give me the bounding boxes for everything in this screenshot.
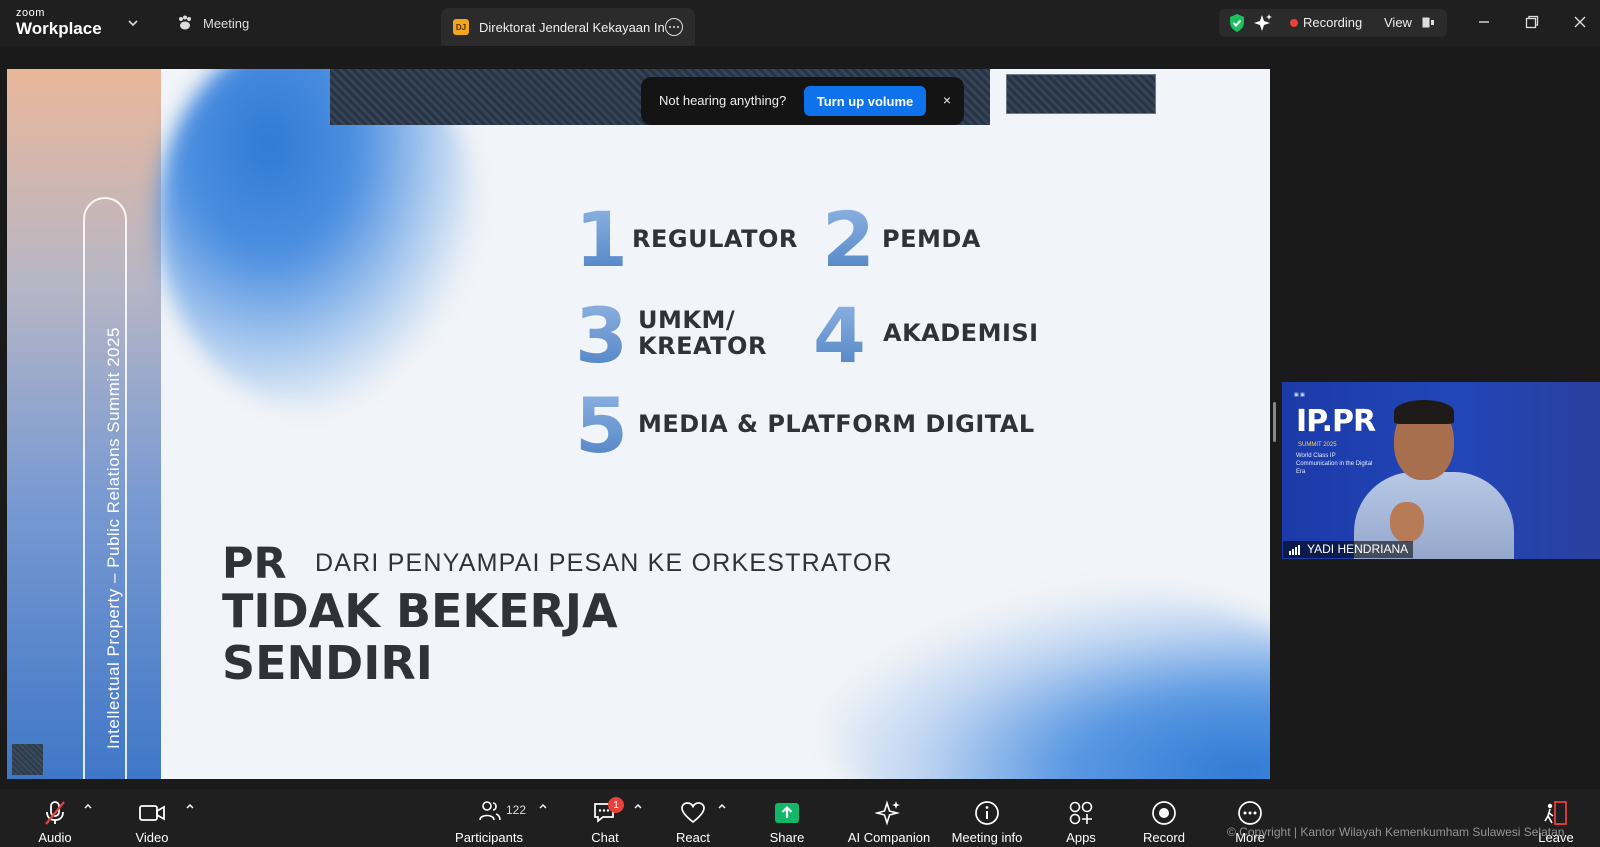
recording-dot-icon xyxy=(1290,19,1298,27)
chat-label: Chat xyxy=(591,830,619,845)
app-badge-icon: DJ xyxy=(453,19,469,35)
chevron-down-icon[interactable] xyxy=(126,16,140,30)
summit-text: SUMMIT 2025 xyxy=(1298,442,1337,448)
minimize-icon[interactable] xyxy=(1474,12,1494,32)
meeting-stage: Intellectual Property – Public Relations… xyxy=(0,46,1600,789)
title-bar: zoom Workplace Meeting DJ Direktorat Jen… xyxy=(0,0,1600,46)
video-button[interactable]: Video xyxy=(127,789,177,847)
participants-icon xyxy=(479,801,501,821)
stakeholder-number-4: 4 xyxy=(813,291,866,380)
participant-name: YADI HENDRIANA xyxy=(1307,542,1409,556)
apps-label: Apps xyxy=(1066,830,1096,845)
stakeholder-label-4: AKADEMISI xyxy=(883,319,1039,347)
shield-check-icon[interactable] xyxy=(1227,13,1247,33)
panel-resize-handle[interactable] xyxy=(1273,402,1276,442)
share-screen-icon xyxy=(775,803,799,823)
meeting-info-button[interactable]: Meeting info xyxy=(948,789,1026,847)
stakeholder-label-3b: KREATOR xyxy=(638,332,767,360)
stakeholder-label-5: MEDIA & PLATFORM DIGITAL xyxy=(638,410,1035,438)
audio-options-chevron-icon[interactable] xyxy=(83,801,93,811)
stakeholder-number-5: 5 xyxy=(575,381,628,470)
participant-video-tile[interactable]: ▣ ▣ IP.PR SUMMIT 2025 World Class IP Com… xyxy=(1282,382,1600,559)
stakeholder-number-2: 2 xyxy=(822,195,875,284)
summit-vertical-title: Intellectual Property – Public Relations… xyxy=(104,327,123,749)
participants-button[interactable]: Participants xyxy=(454,789,524,847)
ai-companion-button[interactable]: AI Companion xyxy=(846,789,932,847)
meeting-status-pill: Recording View xyxy=(1219,9,1447,37)
video-camera-icon xyxy=(139,805,165,821)
zoom-workplace-logo[interactable]: zoom Workplace xyxy=(16,7,102,38)
video-options-chevron-icon[interactable] xyxy=(185,801,195,811)
ippr-logo-text: IP.PR xyxy=(1296,404,1376,439)
recording-label[interactable]: Recording xyxy=(1303,15,1362,30)
paw-icon xyxy=(179,15,191,30)
audio-button[interactable]: Audio xyxy=(30,789,80,847)
ai-sparkle-icon[interactable] xyxy=(1253,13,1273,33)
ai-companion-sparkle-icon xyxy=(875,800,901,826)
tab-meeting[interactable]: Meeting xyxy=(176,14,249,32)
restore-icon[interactable] xyxy=(1522,12,1542,32)
shared-screen-slide: Intellectual Property – Public Relations… xyxy=(7,69,1270,779)
more-icon xyxy=(1238,801,1262,825)
tab-shared-document[interactable]: DJ Direktorat Jenderal Kekayaan Inte xyxy=(441,8,695,46)
record-icon xyxy=(1152,801,1176,825)
stakeholder-number-1: 1 xyxy=(575,195,628,284)
microphone-muted-icon xyxy=(45,801,65,825)
record-label: Record xyxy=(1143,830,1185,845)
turn-up-volume-button[interactable]: Turn up volume xyxy=(804,86,926,116)
brand-zoom-text: zoom xyxy=(16,7,45,19)
slide-subtitle: DARI PENYAMPAI PESAN KE ORKESTRATOR xyxy=(315,549,893,577)
chat-unread-badge: 1 xyxy=(608,797,624,813)
share-button[interactable]: Share xyxy=(764,789,810,847)
close-notice-icon[interactable]: × xyxy=(937,90,957,110)
slide-headline: TIDAK BEKERJA SENDIRI xyxy=(222,585,618,689)
ministry-logo: ▣ ▣ xyxy=(1294,392,1305,398)
heart-icon xyxy=(681,802,705,824)
info-icon xyxy=(975,801,999,825)
participants-options-chevron-icon[interactable] xyxy=(538,801,548,811)
react-label: React xyxy=(676,830,710,845)
view-button[interactable]: View xyxy=(1384,15,1412,30)
apps-button[interactable]: Apps xyxy=(1060,789,1102,847)
headline-line-2: SENDIRI xyxy=(222,636,433,690)
decorative-blue-blob-bottom xyxy=(827,589,1270,779)
redacted-box xyxy=(1006,74,1156,114)
meeting-tab-label: Meeting xyxy=(203,15,250,31)
audio-notice-toast: Not hearing anything? Turn up volume × xyxy=(641,77,964,125)
participants-count: 122 xyxy=(506,803,527,817)
audio-label: Audio xyxy=(38,830,72,845)
apps-icon xyxy=(1069,801,1093,825)
stakeholder-number-3: 3 xyxy=(575,291,628,380)
react-options-chevron-icon[interactable] xyxy=(717,801,727,811)
doc-tab-title: Direktorat Jenderal Kekayaan Inte xyxy=(479,19,664,35)
signal-strength-icon xyxy=(1289,545,1300,555)
speaker-hair xyxy=(1394,400,1454,424)
meeting-info-label: Meeting info xyxy=(951,830,1023,845)
slide-pr-heading: PR xyxy=(222,539,287,589)
meeting-controls-toolbar: Audio Video Participants 122 Chat 1 Reac… xyxy=(0,789,1600,847)
stakeholder-label-3a: UMKM/ xyxy=(638,306,736,334)
record-button[interactable]: Record xyxy=(1140,789,1188,847)
speaker-hand xyxy=(1390,502,1424,542)
share-label: Share xyxy=(769,830,805,845)
chat-options-chevron-icon[interactable] xyxy=(633,801,643,811)
react-button[interactable]: React xyxy=(670,789,716,847)
view-layout-icon[interactable] xyxy=(1422,17,1434,28)
close-window-icon[interactable] xyxy=(1570,12,1590,32)
brand-workplace-text: Workplace xyxy=(16,19,102,38)
participants-label: Participants xyxy=(455,830,523,845)
audio-notice-message: Not hearing anything? xyxy=(659,93,787,108)
video-label: Video xyxy=(135,830,169,845)
headline-line-1: TIDAK BEKERJA xyxy=(222,584,618,638)
stakeholder-label-2: PEMDA xyxy=(882,225,981,253)
ai-companion-label: AI Companion xyxy=(847,830,931,845)
slide-sidebar: Intellectual Property – Public Relations… xyxy=(7,69,161,779)
copyright-watermark: © Copyright | Kantor Wilayah Kemenkumham… xyxy=(1227,825,1565,839)
redacted-square xyxy=(12,744,43,775)
participant-name-tag: YADI HENDRIANA xyxy=(1283,541,1414,558)
leave-door-icon xyxy=(1544,801,1567,825)
more-options-icon[interactable] xyxy=(665,18,683,36)
summit-tagline: World Class IP Communication in the Digi… xyxy=(1296,453,1373,475)
stakeholder-label-1: REGULATOR xyxy=(632,225,798,253)
